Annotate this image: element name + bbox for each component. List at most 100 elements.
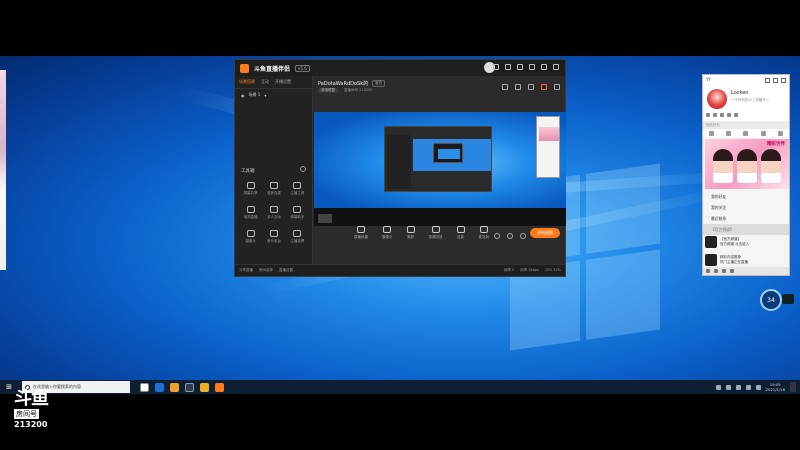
tab-interact[interactable]: 互动 (261, 79, 269, 85)
minimize-icon[interactable] (541, 64, 547, 70)
quick-icon[interactable] (727, 113, 731, 117)
chat-list: 我的好友 我的关注 最近联系 【官方频道】 (703, 191, 789, 235)
bottom-tool[interactable]: 摄像头 (382, 226, 393, 240)
performance-widget-tab[interactable] (782, 294, 794, 304)
status-share[interactable]: 分享直播 (239, 268, 253, 273)
chat-banner[interactable]: 精彩世界 (705, 139, 789, 189)
quick-icon[interactable] (706, 113, 710, 117)
bottom-tool[interactable]: 麦克风 (479, 226, 489, 240)
skin-icon[interactable] (765, 78, 770, 83)
menu-icon[interactable] (706, 269, 710, 273)
network-icon[interactable] (735, 384, 741, 390)
tool-item[interactable]: 屏幕共享 (239, 182, 262, 196)
skin-icon[interactable] (505, 64, 511, 70)
status-cpu: CPU 32% (544, 268, 561, 272)
stream-preview[interactable] (314, 112, 566, 212)
volume-icon[interactable] (494, 233, 500, 239)
steam-icon[interactable] (185, 382, 194, 392)
tab-contacts-icon[interactable] (709, 130, 715, 136)
scene-selector[interactable]: ◉ 场景 1 ▾ (235, 89, 312, 101)
banner-title: 精彩世界 (767, 142, 785, 147)
tab-more-icon[interactable] (777, 130, 783, 136)
chat-message[interactable]: 【官方频道】 官方频道 点击进入 (705, 233, 789, 251)
minimize-icon[interactable] (773, 78, 778, 83)
chat-user-name: Locken (731, 90, 749, 96)
close-icon[interactable] (781, 78, 786, 83)
edge-icon[interactable] (155, 382, 164, 392)
tools-settings-icon[interactable] (300, 166, 306, 172)
start-live-button[interactable]: 开始直播 (530, 228, 560, 238)
microphone-icon (479, 226, 488, 233)
menu-icon[interactable] (493, 64, 499, 70)
ime-icon[interactable] (755, 384, 761, 390)
partial-window-left[interactable] (0, 70, 6, 270)
tab-groups-icon[interactable] (726, 130, 732, 136)
bottom-tool[interactable]: 录屏回放 (429, 226, 443, 240)
volume-icon[interactable] (745, 384, 751, 390)
window-controls (493, 64, 559, 70)
app-icon[interactable] (722, 269, 726, 273)
tool-item[interactable]: 音乐电台 (262, 230, 285, 244)
system-tray: 19:05 2021/1/16 (715, 382, 800, 392)
tab-settings[interactable]: 开播设置 (275, 79, 291, 85)
tool-icon (269, 182, 278, 189)
tool-item[interactable]: 主播投票 (286, 230, 309, 244)
banner-person (737, 149, 757, 183)
tool-item[interactable]: 摄像头 (239, 230, 262, 244)
monitor-icon[interactable] (507, 233, 513, 239)
folder-icon[interactable] (170, 382, 179, 392)
chevron-down-icon: ▾ (264, 92, 267, 98)
chat-panel-window[interactable]: YY Locken 一个好玩的人 | 风格不一 搜索好友 精彩世界 我的好友 我… (702, 74, 790, 276)
bottom-tool[interactable]: 直播设置 (354, 226, 368, 240)
mail-icon[interactable] (517, 64, 523, 70)
performance-widget[interactable]: 34 (760, 289, 782, 311)
fans-icon[interactable] (502, 84, 508, 90)
task-view-icon[interactable] (140, 382, 149, 392)
tray-icon[interactable] (715, 384, 721, 390)
streaming-app-window[interactable]: 斗鱼直播伴侣 v5.6 场景搭建 互动 开播设置 ◉ 场景 1 ▾ 工具箱 屏幕… (234, 59, 566, 277)
chat-signature[interactable]: 一个好玩的人 | 风格不一 (731, 98, 769, 103)
tool-item[interactable]: 语音连麦 (262, 182, 285, 196)
add-icon[interactable] (714, 269, 718, 273)
settings-icon[interactable] (529, 64, 535, 70)
tab-scene[interactable]: 场景搭建 (239, 79, 255, 85)
clock[interactable]: 19:05 2021/1/16 (766, 382, 785, 392)
share-icon[interactable] (554, 84, 560, 90)
avatar[interactable] (707, 89, 727, 109)
list-item[interactable]: 我的关注 (703, 202, 789, 213)
quick-icon[interactable] (713, 113, 717, 117)
notification-icon[interactable] (790, 382, 796, 392)
tool-item[interactable]: 电视直播 (239, 206, 262, 220)
list-item[interactable]: 最近联系 (703, 213, 789, 224)
streaming-app-icon[interactable] (215, 382, 224, 392)
app-icon[interactable] (200, 382, 209, 392)
quick-icon[interactable] (734, 113, 738, 117)
list-item[interactable]: 我的好友 (703, 191, 789, 202)
tool-item[interactable]: 多人互动 (262, 206, 285, 220)
tool-label: 美颜 (407, 235, 414, 239)
tool-label: 摄像头 (382, 235, 393, 239)
bottom-tool[interactable]: 连麦 (456, 226, 465, 240)
tool-icon (269, 206, 278, 213)
tool-label: 电视直播 (243, 215, 258, 219)
app-title-bar[interactable]: 斗鱼直播伴侣 v5.6 (235, 60, 565, 76)
chat-search-input[interactable]: 搜索好友 (703, 121, 789, 129)
room-category[interactable]: 英雄联盟 (318, 88, 338, 93)
bottom-tool[interactable]: 美颜 (406, 226, 415, 240)
watermark-room-label: 房间号 (14, 409, 39, 419)
tool-label: 主播投票 (290, 239, 305, 243)
tool-item[interactable]: 弹幕助手 (286, 206, 309, 220)
task-icon[interactable] (528, 84, 534, 90)
tab-channels-icon[interactable] (743, 130, 749, 136)
quick-icon[interactable] (720, 113, 724, 117)
gift-icon[interactable] (515, 84, 521, 90)
record-icon[interactable] (541, 84, 547, 90)
status-decor[interactable]: 房间装饰 (259, 268, 273, 273)
tray-icon[interactable] (725, 384, 731, 390)
tab-recent-icon[interactable] (760, 130, 766, 136)
status-settings[interactable]: 直播设置 (279, 268, 293, 273)
gear-icon[interactable] (520, 233, 526, 239)
close-icon[interactable] (553, 64, 559, 70)
message-icon[interactable] (730, 269, 734, 273)
tool-item[interactable]: 主播工具 (286, 182, 309, 196)
